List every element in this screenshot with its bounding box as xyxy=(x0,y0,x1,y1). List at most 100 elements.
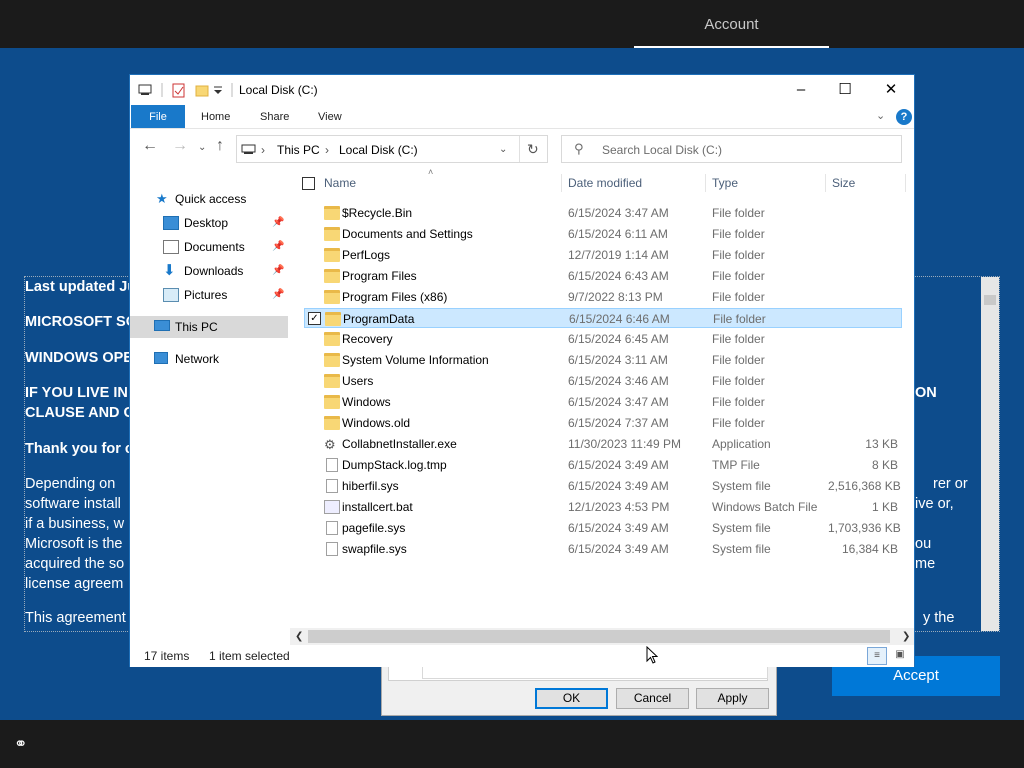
address-dropdown-icon[interactable]: ⌄ xyxy=(499,144,507,155)
file-row[interactable]: Windows.old 6/15/2024 7:37 AM File folder xyxy=(304,413,902,433)
scroll-thumb[interactable] xyxy=(984,295,996,305)
pin-icon[interactable]: 📌 xyxy=(272,212,284,234)
file-type: File folder xyxy=(712,353,765,367)
selection-count: 1 item selected xyxy=(209,649,290,663)
file-row[interactable]: ✓ ProgramData 6/15/2024 6:46 AM File folder xyxy=(304,308,902,328)
file-row[interactable]: PerfLogs 12/7/2019 1:14 AM File folder xyxy=(304,245,902,265)
file-row[interactable]: Windows 6/15/2024 3:47 AM File folder xyxy=(304,392,902,412)
account-tab[interactable]: Account xyxy=(634,0,829,48)
close-icon[interactable]: ✕ xyxy=(868,75,914,105)
column-type[interactable]: Type xyxy=(712,170,738,196)
column-name[interactable]: Name xyxy=(324,170,356,196)
minimize-icon[interactable]: – xyxy=(778,75,824,105)
expand-ribbon-icon[interactable]: ⌄ xyxy=(876,109,885,122)
help-icon[interactable]: ? xyxy=(896,109,912,125)
pin-icon[interactable]: 📌 xyxy=(272,236,284,258)
file-size: 1 KB xyxy=(871,500,898,514)
eula-line: WINDOWS OPE xyxy=(25,350,133,366)
file-date: 6/15/2024 3:47 AM xyxy=(568,395,669,409)
file-row[interactable]: System Volume Information 6/15/2024 3:11 … xyxy=(304,350,902,370)
eula-fragment: rer or xyxy=(933,476,968,492)
tab-file[interactable]: File xyxy=(131,105,185,128)
column-date-modified[interactable]: Date modified xyxy=(568,170,642,196)
file-date: 6/15/2024 3:49 AM xyxy=(568,521,669,535)
ok-button[interactable]: OK xyxy=(535,688,608,709)
file-type: Windows Batch File xyxy=(712,500,818,514)
nav-documents[interactable]: Documents 📌 xyxy=(130,236,288,258)
search-box[interactable]: ⚲ Search Local Disk (C:) xyxy=(561,135,902,163)
item-count: 17 items xyxy=(144,649,190,663)
refresh-icon[interactable]: ↻ xyxy=(527,141,539,158)
scroll-left-icon[interactable]: ❮ xyxy=(295,628,303,645)
eula-line: MICROSOFT SO xyxy=(25,314,137,330)
breadcrumb-this-pc[interactable]: This PC xyxy=(277,143,320,157)
details-view-icon[interactable]: ≡ xyxy=(867,647,887,665)
file-name: ProgramData xyxy=(343,312,415,326)
file-type: File folder xyxy=(712,374,765,388)
file-row[interactable]: ⚙ CollabnetInstaller.exe 11/30/2023 11:49 … xyxy=(304,434,902,454)
scroll-thumb[interactable] xyxy=(308,630,890,643)
search-input[interactable]: Search Local Disk (C:) xyxy=(602,143,722,157)
file-name: Program Files xyxy=(342,269,417,283)
horizontal-scrollbar[interactable]: ❮ ❯ xyxy=(290,628,914,645)
quick-access-icons[interactable] xyxy=(138,82,238,98)
nav-desktop[interactable]: Desktop 📌 xyxy=(130,212,288,234)
up-icon[interactable]: ↑ xyxy=(216,137,224,155)
eula-line: Microsoft is the xyxy=(25,536,123,552)
apply-button[interactable]: Apply xyxy=(696,688,769,709)
nav-this-pc[interactable]: This PC xyxy=(130,316,288,338)
forward-icon[interactable]: → xyxy=(172,137,188,155)
address-bar[interactable]: › This PC › Local Disk (C:) ⌄ ↻ xyxy=(236,135,548,163)
pin-icon[interactable]: 📌 xyxy=(272,284,284,306)
file-row[interactable]: $Recycle.Bin 6/15/2024 3:47 AM File folder xyxy=(304,203,902,223)
eula-scrollbar[interactable] xyxy=(981,277,999,631)
file-name: Documents and Settings xyxy=(342,227,473,241)
file-row[interactable]: Users 6/15/2024 3:46 AM File folder xyxy=(304,371,902,391)
row-checkbox[interactable]: ✓ xyxy=(308,312,321,325)
file-row[interactable]: installcert.bat 12/1/2023 4:53 PM Windows … xyxy=(304,497,902,517)
file-type: Application xyxy=(712,437,771,451)
nav-network[interactable]: Network xyxy=(130,348,288,370)
breadcrumb-local-disk[interactable]: Local Disk (C:) xyxy=(339,143,418,157)
pin-icon[interactable]: 📌 xyxy=(272,260,284,282)
nav-pictures[interactable]: Pictures 📌 xyxy=(130,284,288,306)
back-icon[interactable]: ← xyxy=(142,137,158,155)
file-row[interactable]: Documents and Settings 6/15/2024 6:11 AM F… xyxy=(304,224,902,244)
file-row[interactable]: Recovery 6/15/2024 6:45 AM File folder xyxy=(304,329,902,349)
eula-line: license agreem xyxy=(25,576,124,592)
file-date: 6/15/2024 6:45 AM xyxy=(568,332,669,346)
file-type: TMP File xyxy=(712,458,760,472)
file-type: File folder xyxy=(712,416,765,430)
file-row[interactable]: hiberfil.sys 6/15/2024 3:49 AM System file… xyxy=(304,476,902,496)
file-row[interactable]: Program Files 6/15/2024 6:43 AM File folde… xyxy=(304,266,902,286)
nav-quick-access[interactable]: ★ Quick access xyxy=(130,188,288,210)
cancel-button[interactable]: Cancel xyxy=(616,688,689,709)
nav-downloads[interactable]: ⬇ Downloads 📌 xyxy=(130,260,288,282)
eula-fragment: ON xyxy=(915,385,937,401)
file-name: Windows xyxy=(342,395,391,409)
search-icon: ⚲ xyxy=(574,141,584,156)
scroll-right-icon[interactable]: ❯ xyxy=(902,628,910,645)
file-type: File folder xyxy=(712,227,765,241)
tab-view[interactable]: View xyxy=(318,105,342,128)
tab-home[interactable]: Home xyxy=(201,105,230,128)
large-icons-view-icon[interactable]: ▣ xyxy=(890,647,910,665)
file-date: 6/15/2024 3:46 AM xyxy=(568,374,669,388)
file-row[interactable]: swapfile.sys 6/15/2024 3:49 AM System file… xyxy=(304,539,902,559)
file-row[interactable]: Program Files (x86) 9/7/2022 8:13 PM File … xyxy=(304,287,902,307)
nav-label: Quick access xyxy=(175,192,247,206)
file-row[interactable]: DumpStack.log.tmp 6/15/2024 3:49 AM TMP Fi… xyxy=(304,455,902,475)
recent-locations-icon[interactable]: ⌄ xyxy=(198,142,206,153)
maximize-icon[interactable]: ☐ xyxy=(822,75,868,105)
column-size[interactable]: Size xyxy=(832,170,855,196)
eula-line: acquired the so xyxy=(25,556,125,572)
drive-icon xyxy=(241,144,256,154)
tab-share[interactable]: Share xyxy=(260,105,289,128)
title-bar: Local Disk (C:) – ☐ ✕ xyxy=(130,75,914,105)
file-size: 2,516,368 KB xyxy=(828,479,901,493)
ease-of-access-icon[interactable]: ⚭ xyxy=(14,734,34,754)
nav-label: Downloads xyxy=(184,264,244,278)
file-name: $Recycle.Bin xyxy=(342,206,413,220)
file-row[interactable]: pagefile.sys 6/15/2024 3:49 AM System file… xyxy=(304,518,902,538)
select-all-checkbox[interactable] xyxy=(302,177,315,190)
